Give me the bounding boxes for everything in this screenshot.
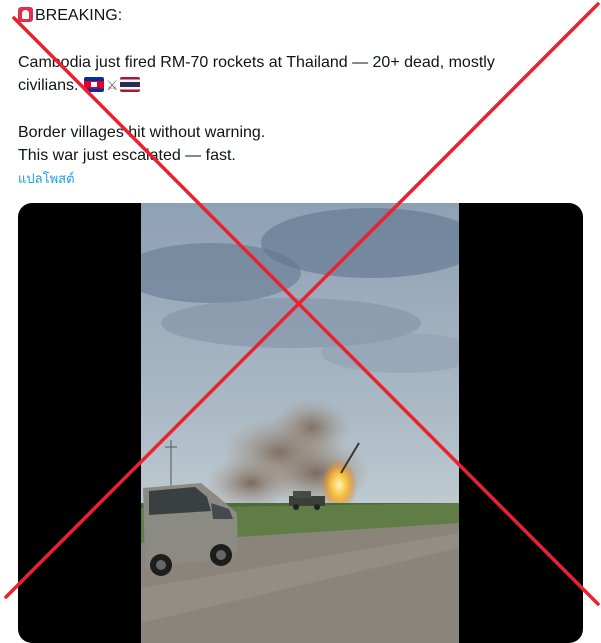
heading-line: BREAKING: — [18, 4, 588, 28]
video-still-image — [141, 203, 459, 643]
siren-emoji-icon — [18, 7, 33, 22]
cambodia-flag-icon — [83, 77, 104, 92]
thailand-flag-icon — [120, 77, 141, 92]
heading-text: BREAKING: — [35, 7, 123, 24]
tweet-text: BREAKING: Cambodia just fired RM-70 rock… — [18, 4, 588, 188]
video-player[interactable] — [18, 203, 583, 643]
body-line-1: Cambodia just fired RM-70 rockets at Tha… — [18, 53, 495, 71]
translate-post-link[interactable]: แปลโพสต์ — [18, 170, 588, 188]
video-frame[interactable] — [141, 203, 459, 643]
body-line-2: civilians. ⚔ — [18, 74, 588, 98]
body-line-4: This war just escalated — fast. — [18, 147, 236, 164]
body-line-3: Border villages hit without warning. — [18, 123, 266, 141]
body-line-2-text: civilians. — [18, 77, 79, 94]
crossed-swords-icon: ⚔ — [105, 77, 119, 93]
